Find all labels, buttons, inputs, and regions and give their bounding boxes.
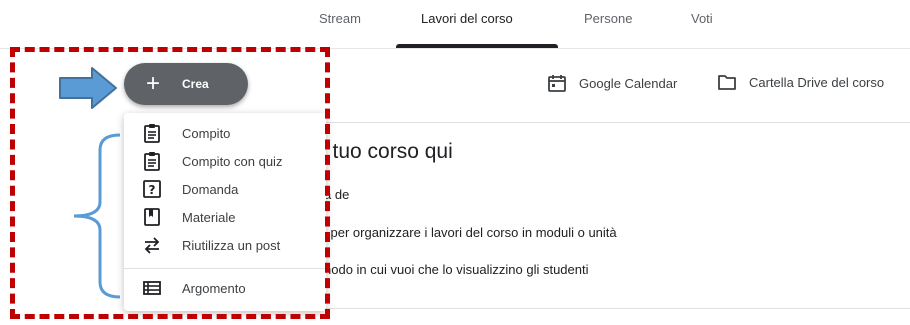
curly-brace-icon <box>73 133 121 299</box>
course-tabs: Stream Lavori del corso Persone Voti <box>0 0 910 49</box>
course-info-line-2: i per organizzare i lavori del corso in … <box>324 225 617 240</box>
course-info-line-3: nodo in cui vuoi che lo visualizzino gli… <box>324 262 589 277</box>
pointer-arrow-icon <box>59 67 117 109</box>
google-calendar-link[interactable]: Google Calendar <box>547 73 677 93</box>
google-calendar-label: Google Calendar <box>579 75 678 91</box>
drive-folder-link[interactable]: Cartella Drive del corso <box>717 73 884 91</box>
tab-persone[interactable]: Persone <box>584 11 632 26</box>
active-tab-indicator <box>396 44 558 48</box>
course-info-title: l tuo corso qui <box>322 140 453 163</box>
tab-voti[interactable]: Voti <box>691 11 713 26</box>
tab-stream[interactable]: Stream <box>319 11 361 26</box>
drive-folder-label: Cartella Drive del corso <box>749 74 885 90</box>
calendar-icon <box>548 75 566 92</box>
tab-lavori-del-corso[interactable]: Lavori del corso <box>421 11 513 26</box>
folder-icon <box>718 75 736 90</box>
